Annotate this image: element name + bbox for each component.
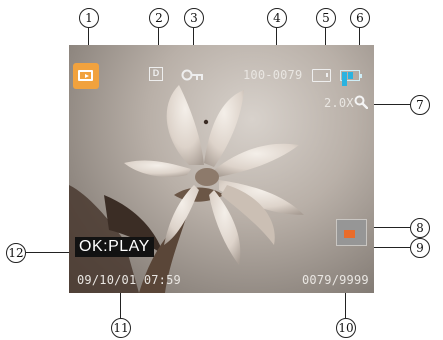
callout-1: 1	[79, 8, 99, 28]
zoom-navigator-view	[344, 230, 355, 238]
zoom-ratio: 2.0X	[324, 96, 354, 110]
file-number: 100-0079	[243, 68, 303, 82]
callout-7: 7	[410, 95, 430, 115]
zoom-navigator-frame	[336, 219, 367, 246]
callout-3: 3	[184, 8, 204, 28]
dpof-icon: D	[149, 67, 163, 81]
image-counter: 0079/9999	[302, 273, 369, 287]
callout-12: 12	[6, 243, 26, 263]
callout-2: 2	[149, 8, 169, 28]
callout-6: 6	[350, 8, 370, 28]
callout-4: 4	[267, 8, 287, 28]
callout-11: 11	[111, 318, 131, 338]
playback-screen: D 100-0079 2.0X OK:PLAY 09/10/01 07:59 0…	[69, 45, 374, 293]
date-time: 09/10/01 07:59	[77, 273, 181, 287]
callout-10: 10	[336, 318, 356, 338]
callout-9: 9	[410, 238, 430, 258]
ok-play-label: OK:PLAY	[75, 237, 154, 257]
memory-card-icon	[312, 69, 331, 82]
callout-8: 8	[410, 218, 430, 238]
callout-5: 5	[316, 8, 336, 28]
magnifier-icon	[354, 95, 368, 109]
playback-mode-icon	[73, 63, 99, 89]
protect-key-icon	[181, 69, 203, 81]
battery-icon	[340, 70, 362, 86]
